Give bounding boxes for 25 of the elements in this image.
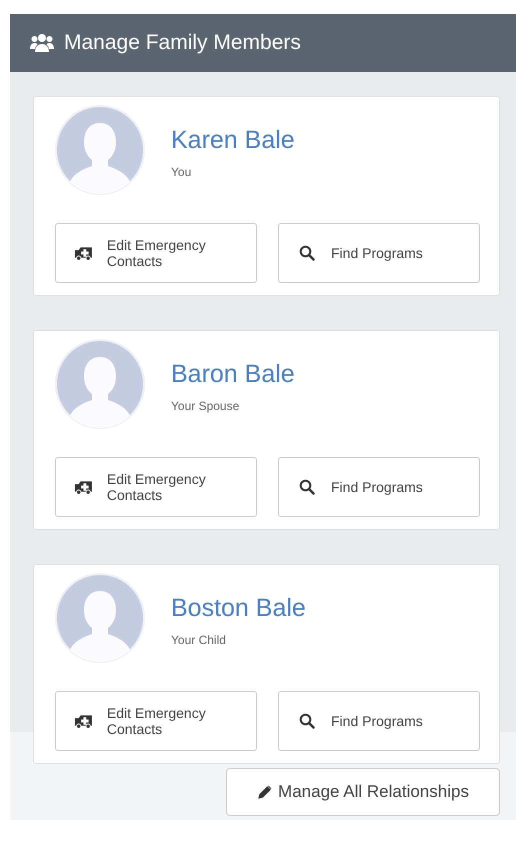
- ambulance-icon: [74, 479, 93, 495]
- relation-label: Your Child: [171, 632, 227, 646]
- member-name[interactable]: Karen Bale: [171, 126, 295, 154]
- users-icon: [30, 33, 54, 53]
- search-icon: [297, 245, 317, 261]
- edit-contacts-button[interactable]: Edit Emergency Contacts: [55, 457, 257, 517]
- panel-title: Manage Family Members: [64, 31, 301, 55]
- avatar-icon: [55, 573, 145, 663]
- avatar-icon: [55, 339, 145, 429]
- find-programs-button[interactable]: Find Programs: [278, 457, 480, 517]
- member-name[interactable]: Baron Bale: [171, 360, 295, 388]
- ambulance-icon: [74, 245, 93, 261]
- pencil-icon: [257, 784, 272, 800]
- member-name[interactable]: Boston Bale: [171, 594, 306, 622]
- find-programs-button[interactable]: Find Programs: [278, 223, 480, 283]
- edit-contacts-button[interactable]: Edit Emergency Contacts: [55, 691, 257, 751]
- manage-relationships-button[interactable]: Manage All Relationships: [226, 768, 500, 816]
- search-icon: [297, 479, 317, 495]
- find-programs-button[interactable]: Find Programs: [278, 691, 480, 751]
- ambulance-icon: [74, 713, 93, 729]
- relation-label: You: [171, 164, 192, 178]
- search-icon: [297, 713, 317, 729]
- relation-label: Your Spouse: [171, 398, 240, 412]
- edit-contacts-button[interactable]: Edit Emergency Contacts: [55, 223, 257, 283]
- avatar-icon: [55, 105, 145, 195]
